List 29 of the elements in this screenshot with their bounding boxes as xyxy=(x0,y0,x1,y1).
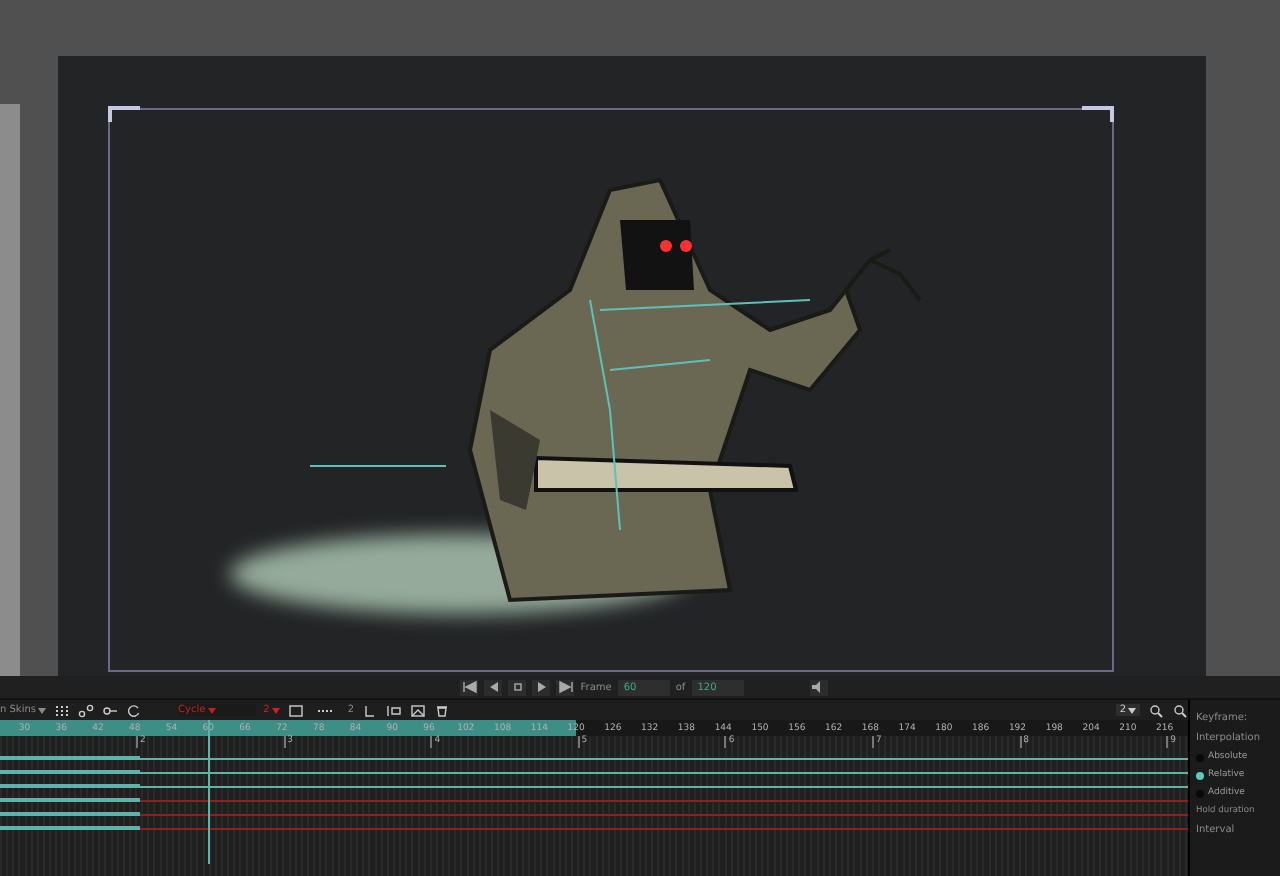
frame-icon[interactable] xyxy=(287,703,304,717)
keyframe-strip xyxy=(0,826,140,830)
prev-key-button[interactable] xyxy=(484,679,503,695)
caret-icon xyxy=(271,707,280,713)
keyframe-strip xyxy=(0,770,140,774)
stop-icon xyxy=(513,683,522,691)
refresh-icon[interactable] xyxy=(126,703,142,717)
frame-corner xyxy=(1082,106,1114,122)
zoom-out-icon[interactable] xyxy=(1172,703,1188,717)
caret-icon xyxy=(207,707,216,713)
zoom-in-icon[interactable] xyxy=(1148,703,1164,717)
keyframe-strip xyxy=(0,798,140,802)
caret-icon xyxy=(1128,707,1136,713)
split-icon[interactable] xyxy=(386,703,403,717)
keyframe-strip xyxy=(0,756,140,760)
stop-button[interactable] xyxy=(508,679,527,695)
keyframe-strip xyxy=(0,812,140,816)
image-icon[interactable] xyxy=(410,703,427,717)
last-frame-button[interactable] xyxy=(556,679,575,695)
caret-icon xyxy=(38,707,46,713)
keyframe-strip xyxy=(0,784,140,788)
grid-icon[interactable] xyxy=(54,703,70,717)
sound-button[interactable] xyxy=(809,679,828,695)
nodes-icon[interactable] xyxy=(78,703,94,717)
key-icon[interactable] xyxy=(102,703,118,717)
trash-icon[interactable] xyxy=(434,703,451,717)
play-button[interactable] xyxy=(532,679,551,695)
first-frame-button[interactable] xyxy=(460,679,479,695)
frame-corner xyxy=(108,106,140,122)
